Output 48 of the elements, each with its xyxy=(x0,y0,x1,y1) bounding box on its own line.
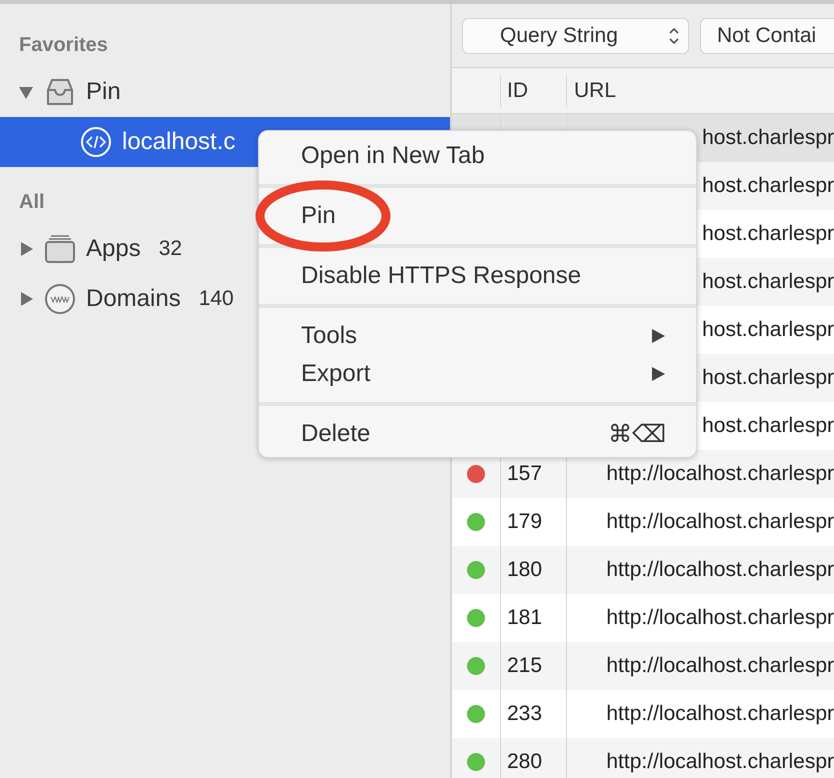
table-cell: host.charlespr xyxy=(702,414,834,438)
sidebar-label: Pin xyxy=(86,78,121,106)
table-cell: http://localhost.charlespr xyxy=(606,750,834,774)
globe-icon xyxy=(44,283,76,315)
table-cell: 181 xyxy=(507,606,542,630)
section-heading: All xyxy=(19,190,45,215)
sidebar-label: Apps xyxy=(86,235,141,263)
item-count: 140 xyxy=(198,287,234,311)
table-cell: host.charlespr xyxy=(702,270,834,294)
table-cell: 215 xyxy=(507,654,542,678)
table-cell: host.charlespr xyxy=(702,366,834,390)
table-cell: http://localhost.charlespr xyxy=(606,462,834,486)
table-cell: 280 xyxy=(507,750,542,774)
table-cell: http://localhost.charlespr xyxy=(606,702,834,726)
menu-item[interactable]: Delete ⌘⌫ xyxy=(259,415,696,453)
table-cell: http://localhost.charlespr xyxy=(606,510,834,534)
tray-icon xyxy=(44,76,76,108)
code-icon xyxy=(80,126,112,158)
sidebar-label: Domains xyxy=(86,285,181,313)
menu-item[interactable]: Tools xyxy=(259,317,696,355)
table-cell: 180 xyxy=(507,558,542,582)
disclosure-triangle-icon[interactable] xyxy=(18,291,34,307)
field-select[interactable]: Query String xyxy=(462,18,689,54)
up-down-chevron-icon xyxy=(668,26,680,46)
table-cell: 233 xyxy=(507,702,542,726)
sidebar-label: localhost.c xyxy=(122,128,236,156)
table-cell: host.charlespr xyxy=(702,174,834,198)
menu-item[interactable]: Pin xyxy=(259,197,696,235)
column-header[interactable]: ID xyxy=(500,74,566,106)
keyboard-shortcut: ⌘⌫ xyxy=(608,420,666,448)
menu-item[interactable]: Disable HTTPS Response xyxy=(259,257,696,295)
disclosure-triangle-icon[interactable] xyxy=(18,84,34,100)
table-cell: http://localhost.charlespr xyxy=(606,558,834,582)
sidebar-item[interactable]: Pin xyxy=(0,67,450,117)
section-heading: Favorites xyxy=(19,33,108,58)
table-cell: host.charlespr xyxy=(702,126,834,150)
table-cell: host.charlespr xyxy=(702,222,834,246)
table-cell: host.charlespr xyxy=(702,318,834,342)
item-count: 32 xyxy=(158,237,182,261)
table-cell: 157 xyxy=(507,462,542,486)
menu-item[interactable]: Export xyxy=(259,355,696,393)
column-header[interactable]: URL xyxy=(566,74,834,106)
folder-stack-icon xyxy=(44,233,76,265)
table-cell: http://localhost.charlespr xyxy=(606,606,834,630)
table-cell: http://localhost.charlespr xyxy=(606,654,834,678)
table-cell: 179 xyxy=(507,510,542,534)
disclosure-triangle-icon[interactable] xyxy=(18,241,34,257)
operator-select[interactable]: Not Contai xyxy=(700,18,834,54)
